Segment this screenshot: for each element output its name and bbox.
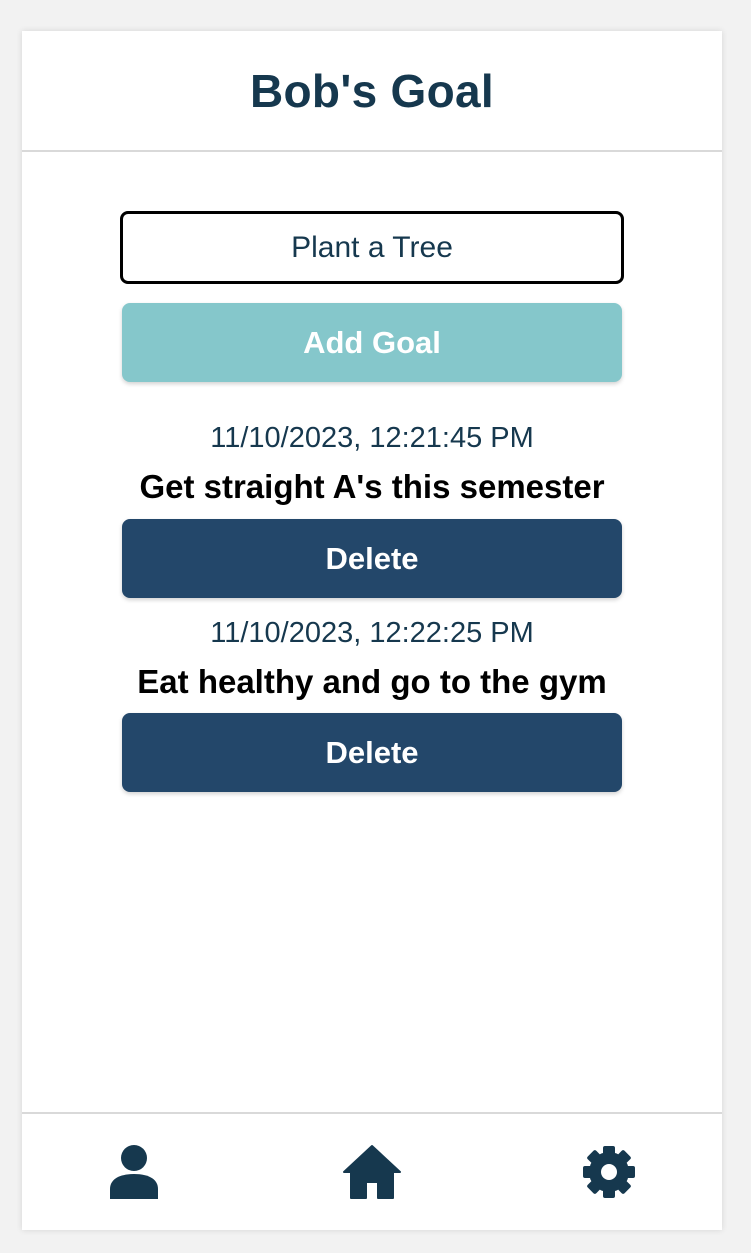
nav-settings-button[interactable] bbox=[577, 1140, 641, 1204]
goal-input[interactable] bbox=[120, 211, 624, 284]
goal-timestamp: 11/10/2023, 12:21:45 PM bbox=[210, 422, 534, 454]
nav-home-button[interactable] bbox=[340, 1140, 404, 1204]
goal-timestamp: 11/10/2023, 12:22:25 PM bbox=[210, 617, 534, 649]
bottom-nav bbox=[22, 1112, 722, 1230]
goal-text: Get straight A's this semester bbox=[139, 468, 605, 505]
delete-goal-button[interactable]: Delete bbox=[122, 713, 622, 792]
app-screen: Bob's Goal Add Goal 11/10/2023, 12:21:45… bbox=[22, 31, 722, 1230]
nav-profile-button[interactable] bbox=[102, 1140, 166, 1204]
page-title: Bob's Goal bbox=[250, 64, 494, 117]
person-icon bbox=[110, 1145, 158, 1199]
add-goal-button[interactable]: Add Goal bbox=[122, 303, 622, 382]
header: Bob's Goal bbox=[22, 31, 722, 152]
gear-icon bbox=[583, 1146, 635, 1198]
home-icon bbox=[343, 1145, 401, 1199]
goal-text: Eat healthy and go to the gym bbox=[137, 663, 607, 700]
delete-goal-button[interactable]: Delete bbox=[122, 519, 622, 598]
